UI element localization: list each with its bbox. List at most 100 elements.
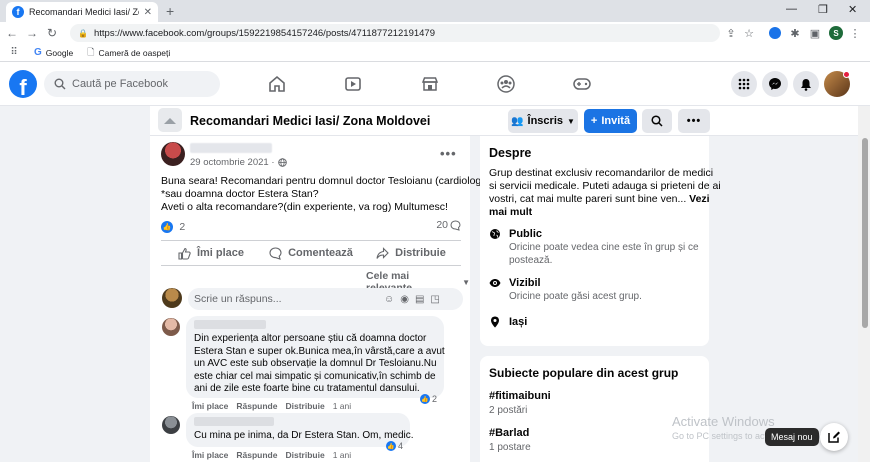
bookmark-icon: 🗋 bbox=[87, 46, 95, 57]
comment-author-avatar[interactable] bbox=[162, 416, 180, 434]
comment-age[interactable]: 1 ani bbox=[333, 401, 351, 411]
side-panel-icon[interactable]: ▣ bbox=[808, 25, 822, 41]
group-search-button[interactable] bbox=[642, 109, 672, 133]
messenger-icon[interactable] bbox=[762, 71, 788, 97]
close-window-icon[interactable]: ✕ bbox=[848, 3, 857, 16]
invite-button[interactable]: + Invită bbox=[584, 109, 637, 133]
facebook-favicon-icon: f bbox=[12, 6, 24, 18]
address-bar[interactable]: 🔒 https://www.facebook.com/groups/159221… bbox=[70, 24, 720, 42]
browser-toolbar: ← → ↻ 🔒 https://www.facebook.com/groups/… bbox=[0, 22, 870, 44]
caret-down-icon: ▼ bbox=[462, 277, 470, 287]
eye-icon bbox=[489, 277, 501, 304]
new-message-button[interactable] bbox=[820, 423, 848, 451]
compose-edit-icon bbox=[828, 431, 840, 443]
topic-post-count: 2 postări bbox=[489, 405, 528, 416]
comment-reactions[interactable]: 👍 4 bbox=[386, 441, 403, 451]
comment-reply-link[interactable]: Răspunde bbox=[236, 450, 277, 460]
minimize-icon[interactable]: — bbox=[786, 3, 797, 15]
home-icon[interactable] bbox=[265, 72, 289, 96]
reactions-count[interactable]: 2 bbox=[179, 221, 185, 233]
star-icon[interactable]: ☆ bbox=[742, 25, 756, 41]
share-icon[interactable]: ⇪ bbox=[724, 25, 738, 41]
group-location: Iași bbox=[489, 316, 527, 331]
search-icon bbox=[54, 78, 66, 90]
google-icon: G bbox=[34, 47, 42, 58]
about-title: Despre bbox=[489, 146, 532, 160]
comment-like-link[interactable]: Îmi place bbox=[192, 450, 228, 460]
like-button[interactable]: Îmi place bbox=[161, 241, 261, 265]
lock-icon: 🔒 bbox=[78, 28, 88, 38]
notifications-bell-icon[interactable] bbox=[793, 71, 819, 97]
profile-avatar[interactable]: S bbox=[828, 25, 844, 41]
share-arrow-icon bbox=[376, 246, 389, 259]
comment-age[interactable]: 1 ani bbox=[333, 450, 351, 460]
comment-share-link[interactable]: Distribuie bbox=[285, 401, 324, 411]
watch-video-icon[interactable] bbox=[341, 72, 365, 96]
privacy-public: Public Oricine poate vedea cine este în … bbox=[489, 228, 699, 267]
comment-author-avatar[interactable] bbox=[162, 318, 180, 336]
groups-icon[interactable] bbox=[494, 72, 518, 96]
maximize-icon[interactable]: ❐ bbox=[818, 3, 828, 16]
post-author-avatar[interactable] bbox=[161, 142, 185, 166]
comment-bubble: Din experiența altor persoane știu că do… bbox=[186, 316, 445, 398]
scrollbar-thumb[interactable] bbox=[862, 138, 868, 328]
comment-share-link[interactable]: Distribuie bbox=[285, 450, 324, 460]
comments-count[interactable]: 20 bbox=[436, 219, 461, 231]
close-tab-icon[interactable]: ✕ bbox=[144, 7, 152, 18]
joined-button[interactable]: 👥 Înscris ▼ bbox=[508, 109, 578, 133]
comment-reply-link[interactable]: Răspunde bbox=[236, 401, 277, 411]
like-reaction-icon[interactable]: 👍 bbox=[161, 220, 173, 233]
comment-bubble: Cu mina pe inima, da Dr Estera Stan. Om,… bbox=[186, 413, 414, 447]
reply-input[interactable] bbox=[194, 293, 384, 305]
browser-menu-icon[interactable]: ⋮ bbox=[848, 25, 862, 41]
group-header: Recomandari Medici Iasi/ Zona Moldovei 👥… bbox=[150, 106, 858, 136]
bookmark-guest-room[interactable]: 🗋 Cameră de oaspeți bbox=[87, 45, 170, 61]
comment-meta: Îmi place Răspunde Distribuie 1 ani bbox=[192, 450, 351, 460]
post-timestamp[interactable]: 29 octombrie 2021 · bbox=[190, 157, 287, 168]
group-title[interactable]: Recomandari Medici Iasi/ Zona Moldovei bbox=[190, 114, 430, 128]
reload-icon[interactable]: ↻ bbox=[42, 26, 62, 40]
facebook-logo-icon[interactable]: f bbox=[9, 70, 37, 98]
group-thumbnail[interactable] bbox=[158, 108, 182, 132]
post-author-name-redacted[interactable] bbox=[190, 143, 272, 153]
group-more-button[interactable]: ••• bbox=[678, 109, 710, 133]
browser-tab[interactable]: f Recomandari Medici Iasi/ Zona M ✕ bbox=[6, 2, 158, 22]
comment-meta: Îmi place Răspunde Distribuie 1 ani bbox=[192, 401, 351, 411]
new-tab-icon[interactable]: + bbox=[166, 3, 174, 19]
post-options-icon[interactable]: ••• bbox=[440, 146, 457, 161]
facebook-search[interactable] bbox=[44, 71, 220, 97]
menu-grid-icon[interactable] bbox=[731, 71, 757, 97]
comment-author-name-redacted[interactable] bbox=[194, 320, 266, 329]
comment-like-link[interactable]: Îmi place bbox=[192, 401, 228, 411]
comment-author-name-redacted[interactable] bbox=[194, 417, 274, 426]
apps-grid-icon[interactable]: ⠿ bbox=[8, 47, 20, 58]
sticker-icon[interactable]: ◳ bbox=[430, 294, 439, 305]
comment-reactions[interactable]: 👍 2 bbox=[420, 394, 437, 404]
visibility-visible: Vizibil Oricine poate găsi acest grup. bbox=[489, 277, 642, 304]
reply-composer[interactable]: ☺ ◉ ▤ ◳ bbox=[188, 288, 463, 310]
marketplace-icon[interactable] bbox=[418, 72, 442, 96]
topic-tag[interactable]: #Barlad bbox=[489, 427, 529, 439]
emoji-icon[interactable]: ☺ bbox=[384, 294, 394, 305]
extensions-puzzle-icon[interactable]: ✱ bbox=[788, 25, 802, 41]
gif-icon[interactable]: ▤ bbox=[415, 294, 424, 305]
see-more-link-cont[interactable]: mai mult bbox=[489, 206, 703, 219]
back-icon[interactable]: ← bbox=[2, 26, 22, 40]
gaming-icon[interactable] bbox=[570, 72, 594, 96]
camera-icon[interactable]: ◉ bbox=[400, 294, 409, 305]
extension-blue-icon[interactable] bbox=[768, 25, 782, 41]
forward-icon[interactable]: → bbox=[22, 26, 42, 40]
browser-tabstrip: f Recomandari Medici Iasi/ Zona M ✕ + — … bbox=[0, 0, 870, 22]
topic-tag[interactable]: #fitimaibuni bbox=[489, 390, 551, 402]
bookmark-google[interactable]: G Google bbox=[34, 47, 73, 58]
location-pin-icon bbox=[489, 316, 501, 331]
comment-icon bbox=[269, 246, 282, 260]
about-description: Grup destinat exclusiv recomandarilor de… bbox=[489, 167, 721, 219]
thumbs-up-icon bbox=[178, 247, 191, 260]
comment-button[interactable]: Comentează bbox=[261, 241, 361, 265]
share-button[interactable]: Distribuie bbox=[361, 241, 461, 265]
bookmarks-bar: ⠿ G Google 🗋 Cameră de oaspeți bbox=[0, 44, 870, 62]
see-more-link[interactable]: Vezi bbox=[689, 193, 709, 205]
post-actions: Îmi place Comentează Distribuie bbox=[161, 240, 461, 266]
search-input[interactable] bbox=[72, 78, 212, 90]
